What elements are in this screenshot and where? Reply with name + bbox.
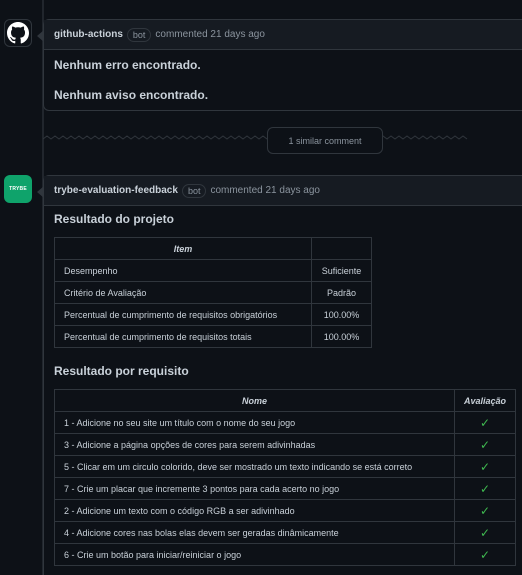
bot-badge: bot xyxy=(181,183,207,198)
comment-arrow xyxy=(37,186,44,198)
table-row: Critério de Avaliação Padrão xyxy=(54,281,372,304)
section-title-project-result: Resultado do projeto xyxy=(54,212,174,226)
row-value: 100.00% xyxy=(311,325,372,348)
comment-header: github-actions bot commented 21 days ago xyxy=(37,20,522,50)
requirement-name: 7 - Crie um placar que incremente 3 pont… xyxy=(54,477,455,500)
check-icon: ✓ xyxy=(453,455,517,478)
requirement-name: 4 - Adicione cores nas bolas elas devem … xyxy=(54,521,455,544)
requirement-name: 3 - Adicione a página opções de cores pa… xyxy=(54,433,455,456)
similar-comment-button[interactable]: 1 similar comment xyxy=(267,127,383,154)
check-icon: ✓ xyxy=(453,477,517,500)
check-icon: ✓ xyxy=(453,411,517,434)
comment-line-errors: Nenhum erro encontrado. xyxy=(54,58,201,72)
github-actions-avatar[interactable] xyxy=(4,19,32,47)
comment-author[interactable]: github-actions xyxy=(54,29,123,40)
check-icon: ✓ xyxy=(453,433,517,456)
table-row: 6 - Crie um botão para iniciar/reiniciar… xyxy=(54,543,517,566)
table-row: 3 - Adicione a página opções de cores pa… xyxy=(54,433,517,456)
requirement-name: 6 - Crie um botão para iniciar/reiniciar… xyxy=(54,543,455,566)
comment-timestamp[interactable]: commented 21 days ago xyxy=(210,185,320,196)
table-row: 4 - Adicione cores nas bolas elas devem … xyxy=(54,521,517,544)
column-header-item: Item xyxy=(54,237,312,260)
comment-timestamp[interactable]: commented 21 days ago xyxy=(155,29,265,40)
trybe-logo: TRYBE xyxy=(9,186,27,192)
requirement-name: 2 - Adicione um texto com o código RGB a… xyxy=(54,499,455,522)
table-row: 2 - Adicione um texto com o código RGB a… xyxy=(54,499,517,522)
check-icon: ✓ xyxy=(453,543,517,566)
column-header-name: Nome xyxy=(54,389,455,412)
column-header-evaluation: Avaliação xyxy=(453,389,517,412)
requirements-table: Nome Avaliação 1 - Adicione no seu site … xyxy=(54,389,517,566)
table-row: Desempenho Suficiente xyxy=(54,259,372,282)
github-octocat-icon xyxy=(7,22,29,44)
trybe-avatar[interactable]: TRYBE xyxy=(4,175,32,203)
table-header-row: Item xyxy=(54,237,372,260)
similar-comment-row: 1 similar comment xyxy=(43,127,522,155)
comment-github-actions: github-actions bot commented 21 days ago… xyxy=(37,19,522,111)
row-value: Padrão xyxy=(311,281,372,304)
comment-header: trybe-evaluation-feedback bot commented … xyxy=(37,176,522,206)
comment-arrow xyxy=(37,30,44,42)
comment-trybe-evaluation: trybe-evaluation-feedback bot commented … xyxy=(37,175,522,575)
check-icon: ✓ xyxy=(453,521,517,544)
row-label: Desempenho xyxy=(54,259,312,282)
row-value: 100.00% xyxy=(311,303,372,326)
bot-badge: bot xyxy=(126,27,152,42)
check-icon: ✓ xyxy=(453,499,517,522)
row-value: Suficiente xyxy=(311,259,372,282)
row-label: Critério de Avaliação xyxy=(54,281,312,304)
row-label: Percentual de cumprimento de requisitos … xyxy=(54,325,312,348)
table-row: 1 - Adicione no seu site um título com o… xyxy=(54,411,517,434)
comment-author[interactable]: trybe-evaluation-feedback xyxy=(54,185,178,196)
section-title-requirements: Resultado por requisito xyxy=(54,364,189,378)
requirement-name: 1 - Adicione no seu site um título com o… xyxy=(54,411,455,434)
table-row: 5 - Clicar em um circulo colorido, deve … xyxy=(54,455,517,478)
table-row: Percentual de cumprimento de requisitos … xyxy=(54,303,372,326)
project-result-table: Item Desempenho Suficiente Critério de A… xyxy=(54,237,372,348)
table-row: 7 - Crie um placar que incremente 3 pont… xyxy=(54,477,517,500)
table-header-row: Nome Avaliação xyxy=(54,389,517,412)
table-row: Percentual de cumprimento de requisitos … xyxy=(54,325,372,348)
comment-line-warnings: Nenhum aviso encontrado. xyxy=(54,88,209,102)
requirement-name: 5 - Clicar em um circulo colorido, deve … xyxy=(54,455,455,478)
column-header-value xyxy=(311,237,372,260)
row-label: Percentual de cumprimento de requisitos … xyxy=(54,303,312,326)
